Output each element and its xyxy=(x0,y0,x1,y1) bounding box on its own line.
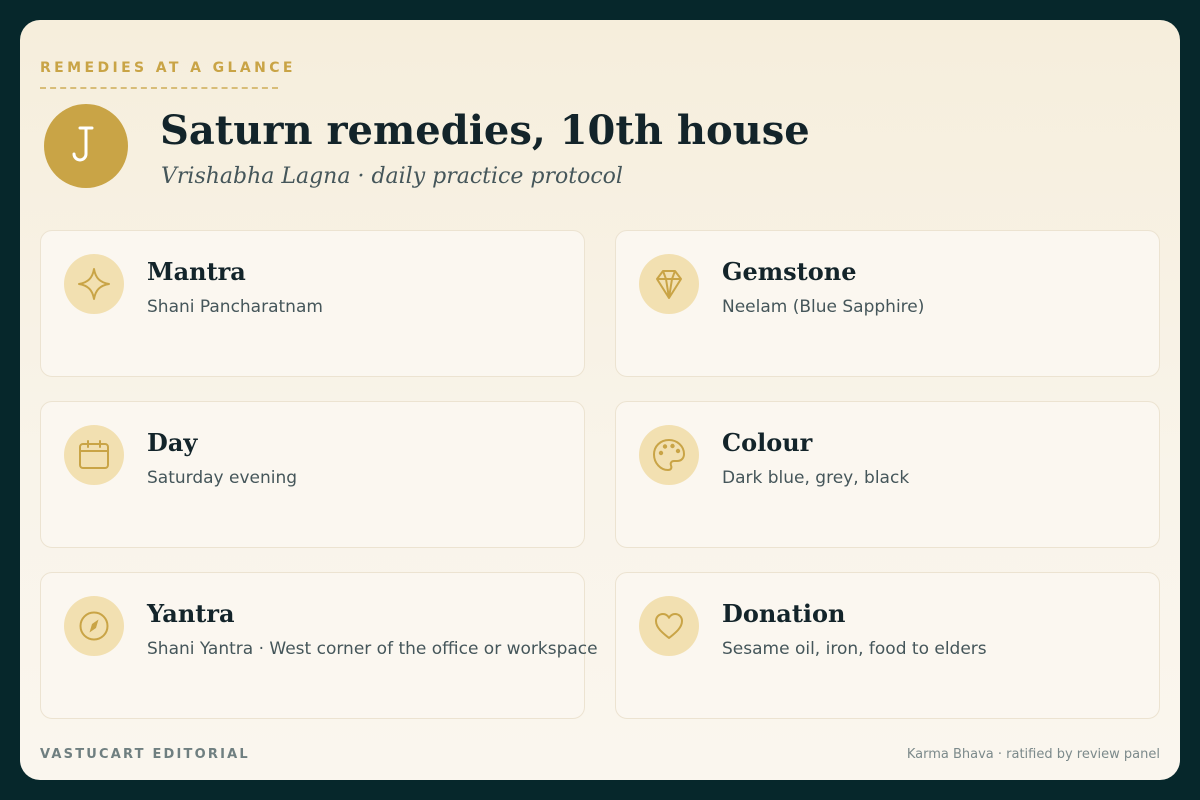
gem-icon xyxy=(656,270,682,299)
sparkle-icon xyxy=(78,268,110,300)
remedy-grid: Mantra Shani Pancharatnam Gemstone Neela… xyxy=(40,230,1160,719)
saturn-glyph-icon xyxy=(72,126,94,162)
remedy-title: Mantra xyxy=(147,257,246,286)
remedy-tile-colour: Colour Dark blue, grey, black xyxy=(615,401,1160,548)
compass-icon xyxy=(79,611,109,641)
remedy-text: Sesame oil, iron, food to elders xyxy=(722,639,987,659)
remedy-tile-yantra: Yantra Shani Yantra · West corner of the… xyxy=(40,572,598,719)
remedy-text: Neelam (Blue Sapphire) xyxy=(722,297,925,317)
remedy-tile-mantra: Mantra Shani Pancharatnam xyxy=(40,230,585,377)
remedy-tile-day: Day Saturday evening xyxy=(40,401,585,548)
remedy-title: Colour xyxy=(722,428,813,457)
remedy-tile-gemstone: Gemstone Neelam (Blue Sapphire) xyxy=(615,230,1160,377)
page-title: Saturn remedies, 10th house xyxy=(160,107,810,154)
footer-note: Karma Bhava · ratified by review panel xyxy=(906,747,1160,762)
remedy-text: Shani Yantra · West corner of the office… xyxy=(147,639,598,659)
remedy-title: Yantra xyxy=(147,599,235,628)
remedy-title: Donation xyxy=(722,599,846,628)
heart-icon xyxy=(655,613,683,639)
page-subtitle: Vrishabha Lagna · daily practice protoco… xyxy=(161,164,623,189)
saturn-badge xyxy=(44,104,128,188)
remedy-tile-donation: Donation Sesame oil, iron, food to elder… xyxy=(615,572,1160,719)
remedy-title: Gemstone xyxy=(722,257,857,286)
remedy-text: Shani Pancharatnam xyxy=(147,297,323,317)
eyebrow-label: REMEDIES AT A GLANCE xyxy=(40,60,296,76)
palette-icon xyxy=(653,439,685,471)
remedy-text: Dark blue, grey, black xyxy=(722,468,910,488)
eyebrow-divider xyxy=(40,87,278,89)
footer-brand: VASTUCART EDITORIAL xyxy=(40,747,250,762)
remedies-card: REMEDIES AT A GLANCE Saturn remedies, 10… xyxy=(20,20,1180,780)
remedy-text: Saturday evening xyxy=(147,468,298,488)
calendar-icon xyxy=(79,440,109,469)
remedy-title: Day xyxy=(147,428,198,457)
